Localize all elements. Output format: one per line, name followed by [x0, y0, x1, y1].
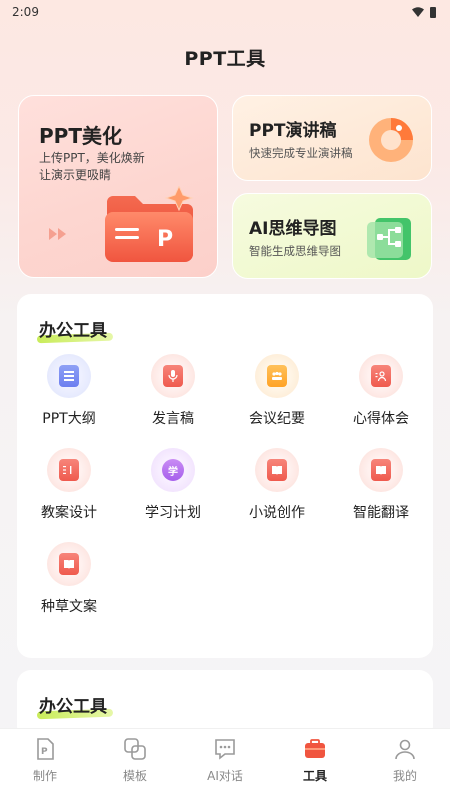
nav-make[interactable]: P 制作	[0, 737, 90, 784]
tool-smart-translate[interactable]: 智能翻译	[329, 448, 433, 522]
person-card-icon	[359, 354, 403, 398]
tool-speech-draft[interactable]: 发言稿	[121, 354, 225, 428]
status-bar: 2:09	[0, 0, 450, 24]
chat-icon	[215, 739, 235, 760]
tool-label: PPT大纲	[42, 411, 96, 427]
profile-icon	[395, 739, 415, 760]
outline-list-icon	[47, 354, 91, 398]
page-title: PPT工具	[184, 48, 266, 70]
bottom-nav: P 制作 模板 AI对话 工具 我的	[0, 728, 450, 800]
tool-study-plan[interactable]: 学 学习计划	[121, 448, 225, 522]
office-tools-section: 办公工具 PPT大纲 发言稿 会议纪要 心得体会 教案设计 学 学习计划 小说创…	[17, 294, 433, 658]
ppt-beautify-desc-line2: 让演示更吸睛	[39, 168, 112, 182]
nav-template[interactable]: 模板	[90, 737, 180, 784]
tool-lesson-plan[interactable]: 教案设计	[17, 448, 121, 522]
meeting-icon	[255, 354, 299, 398]
tool-novel-writing[interactable]: 小说创作	[225, 448, 329, 522]
ppt-beautify-title: PPT美化	[39, 124, 122, 148]
pie-chart-icon	[369, 118, 413, 162]
nav-label: 制作	[32, 769, 57, 783]
ai-mindmap-title: AI思维导图	[249, 219, 337, 239]
ppt-beautify-card[interactable]: PPT美化 上传PPT，美化焕新 让演示更吸睛 P	[18, 95, 218, 278]
ppt-speech-card[interactable]: PPT演讲稿 快速完成专业演讲稿	[232, 95, 432, 181]
study-glyph: 学	[162, 459, 184, 481]
ppt-speech-desc: 快速完成专业演讲稿	[249, 146, 353, 160]
ppt-speech-title: PPT演讲稿	[249, 121, 337, 141]
battery-icon	[430, 6, 436, 18]
nav-tools[interactable]: 工具	[270, 737, 360, 784]
nav-label: AI对话	[207, 769, 243, 783]
tool-label: 发言稿	[152, 411, 194, 427]
nav-label: 我的	[392, 769, 417, 783]
tool-label: 心得体会	[353, 411, 409, 427]
tools-grid: PPT大纲 发言稿 会议纪要 心得体会 教案设计 学 学习计划 小说创作 智能翻…	[17, 354, 433, 616]
nav-profile[interactable]: 我的	[360, 737, 450, 784]
nav-label: 工具	[302, 769, 327, 783]
copywriting-book-icon	[47, 542, 91, 586]
translate-book-icon	[359, 448, 403, 492]
tool-label: 会议纪要	[249, 411, 305, 427]
tool-meeting-minutes[interactable]: 会议纪要	[225, 354, 329, 428]
tool-label: 种草文案	[41, 599, 97, 615]
ppt-folder-icon: P	[105, 186, 194, 262]
ai-mindmap-card[interactable]: AI思维导图 智能生成思维导图	[232, 193, 432, 279]
tool-label: 教案设计	[41, 505, 97, 521]
make-icon: P	[37, 738, 54, 760]
lesson-plan-icon	[47, 448, 91, 492]
status-icons	[412, 6, 436, 18]
section-title: 办公工具	[39, 697, 107, 717]
tool-ppt-outline[interactable]: PPT大纲	[17, 354, 121, 428]
book-icon	[255, 448, 299, 492]
ppt-beautify-desc: 上传PPT，美化焕新 让演示更吸睛	[39, 150, 189, 184]
tool-label: 学习计划	[145, 505, 201, 521]
toolbox-icon	[305, 739, 325, 758]
study-icon: 学	[151, 448, 195, 492]
ppt-beautify-desc-line1: 上传PPT，美化焕新	[39, 151, 145, 165]
nav-label: 模板	[122, 769, 147, 783]
template-icon	[124, 738, 146, 760]
wifi-icon	[412, 7, 424, 17]
nav-ai-chat[interactable]: AI对话	[180, 737, 270, 784]
tool-label: 小说创作	[249, 505, 305, 521]
tool-label: 智能翻译	[353, 505, 409, 521]
ai-mindmap-desc: 智能生成思维导图	[249, 244, 341, 258]
tool-seeding-copy[interactable]: 种草文案	[17, 542, 121, 616]
tool-reflection[interactable]: 心得体会	[329, 354, 433, 428]
microphone-icon	[151, 354, 195, 398]
svg-text:P: P	[157, 227, 173, 252]
status-time: 2:09	[12, 5, 39, 19]
section-title: 办公工具	[39, 321, 107, 341]
play-arrows-icon	[49, 228, 67, 240]
svg-text:P: P	[41, 747, 48, 757]
mindmap-icon	[367, 218, 411, 260]
